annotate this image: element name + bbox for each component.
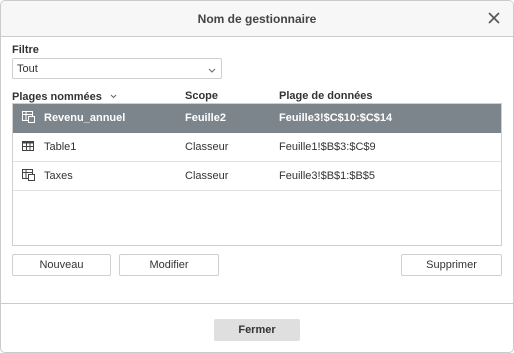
footer-divider — [1, 303, 513, 304]
column-header-name-label: Plages nommées — [12, 91, 102, 103]
edit-button[interactable]: Modifier — [119, 254, 219, 276]
filter-dropdown[interactable]: Tout — [12, 58, 222, 79]
dialog-title: Nom de gestionnaire — [197, 12, 317, 26]
range-name: Taxes — [44, 170, 73, 182]
delete-button[interactable]: Supprimer — [401, 254, 502, 276]
range-reference: Feuille3!$C$10:$C$14 — [279, 112, 393, 124]
range-name: Revenu_annuel — [44, 112, 126, 124]
column-header-name[interactable]: Plages nommées — [12, 90, 117, 103]
column-header-scope: Scope — [185, 90, 219, 102]
sort-chevron-down-icon — [110, 90, 117, 102]
range-reference: Feuille3!$B$1:$B$5 — [279, 170, 376, 182]
named-ranges-list[interactable]: Revenu_annuel Feuille2 Feuille3!$C$10:$C… — [12, 103, 502, 246]
list-item[interactable]: Taxes Classeur Feuille3!$B$1:$B$5 — [13, 162, 501, 191]
named-range-icon — [22, 169, 35, 181]
filter-selected-value: Tout — [17, 63, 38, 75]
range-name: Table1 — [44, 141, 77, 153]
name-manager-dialog: Nom de gestionnaire Filtre Tout Plages n… — [0, 0, 514, 353]
range-reference: Feuille1!$B$3:$C$9 — [279, 141, 376, 153]
table-icon — [22, 140, 35, 152]
close-button[interactable]: Fermer — [214, 319, 300, 341]
column-header-range: Plage de données — [279, 90, 373, 102]
close-icon[interactable] — [485, 9, 503, 27]
chevron-down-icon — [208, 65, 216, 77]
range-scope: Feuille2 — [185, 112, 226, 124]
filter-label: Filtre — [12, 44, 39, 56]
range-scope: Classeur — [185, 170, 229, 182]
list-item[interactable]: Revenu_annuel Feuille2 Feuille3!$C$10:$C… — [13, 104, 501, 133]
list-item[interactable]: Table1 Classeur Feuille1!$B$3:$C$9 — [13, 133, 501, 162]
range-scope: Classeur — [185, 141, 229, 153]
new-button[interactable]: Nouveau — [12, 254, 111, 276]
dialog-title-bar[interactable]: Nom de gestionnaire — [1, 1, 513, 37]
named-range-icon — [22, 111, 35, 123]
